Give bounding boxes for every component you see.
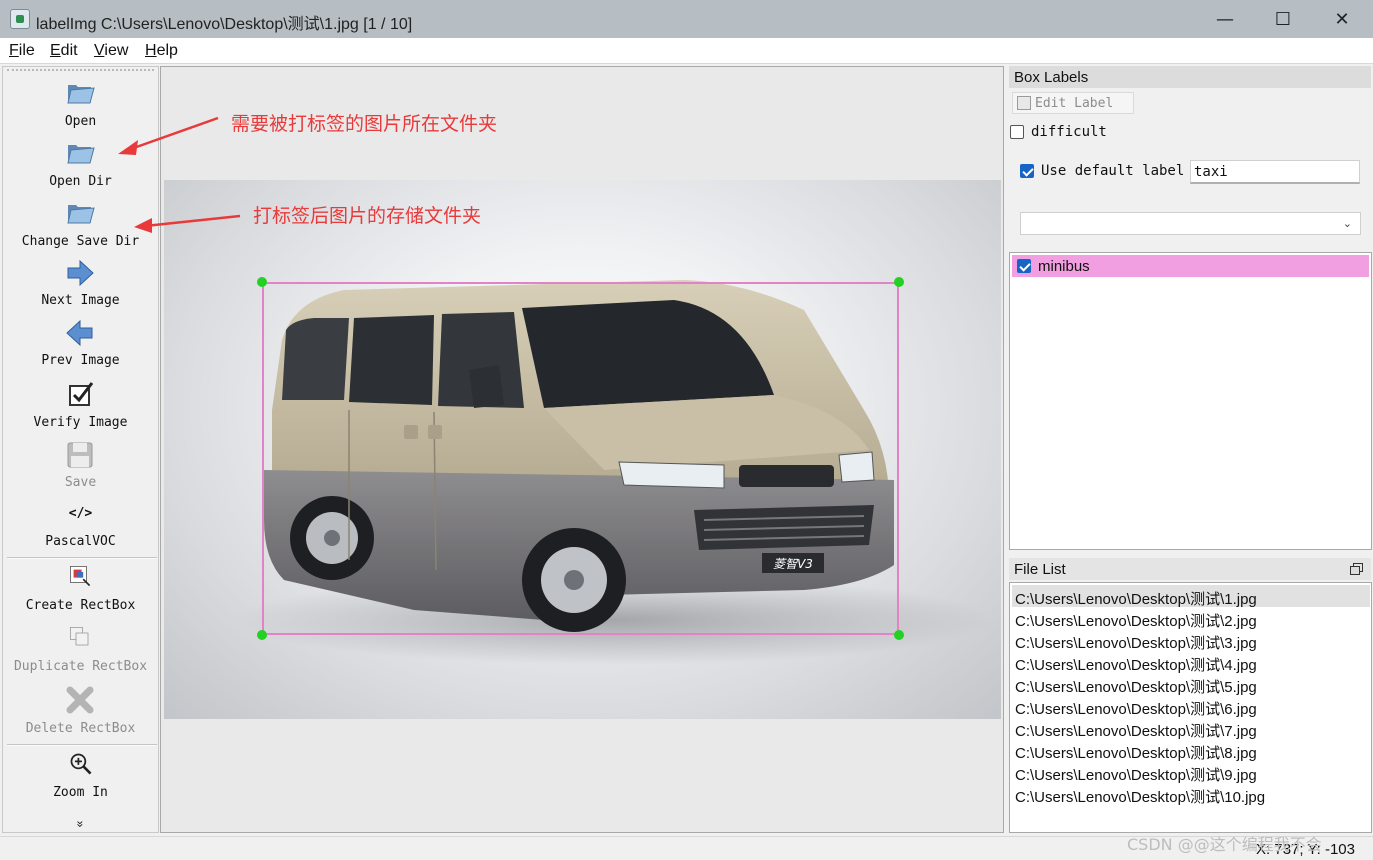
file-list-item[interactable]: C:\Users\Lenovo\Desktop\测试\9.jpg [1012,761,1370,784]
file-list-item[interactable]: C:\Users\Lenovo\Desktop\测试\2.jpg [1012,607,1370,630]
difficult-checkbox[interactable] [1010,125,1024,139]
file-list-item[interactable]: C:\Users\Lenovo\Desktop\测试\4.jpg [1012,651,1370,674]
edit-label-button[interactable]: Edit Label [1012,92,1134,114]
file-list-item[interactable]: C:\Users\Lenovo\Desktop\测试\7.jpg [1012,717,1370,740]
watermark: CSDN @@这个编程我不会 [1127,835,1322,854]
edit-pencil-icon [1017,96,1031,110]
float-dock-icon[interactable] [1350,563,1363,575]
default-label-input[interactable]: taxi [1190,160,1360,184]
label-item-text: minibus [1038,258,1090,275]
save-dir-annotation: 打标签后图片的存储文件夹 [253,205,482,227]
file-list-item[interactable]: C:\Users\Lenovo\Desktop\测试\5.jpg [1012,673,1370,696]
use-default-label-text: Use default label [1041,163,1185,179]
chevron-down-icon: ⌄ [1342,217,1352,230]
label-visibility-checkbox[interactable] [1017,259,1031,273]
file-list[interactable]: C:\Users\Lenovo\Desktop\测试\1.jpg C:\User… [1009,582,1372,833]
file-list-item[interactable]: C:\Users\Lenovo\Desktop\测试\3.jpg [1012,629,1370,652]
use-default-label-checkbox[interactable] [1020,164,1034,178]
difficult-label: difficult [1031,124,1107,140]
file-list-item[interactable]: C:\Users\Lenovo\Desktop\测试\1.jpg [1012,585,1370,608]
label-combo-box[interactable]: ⌄ [1020,212,1361,235]
file-list-item[interactable]: C:\Users\Lenovo\Desktop\测试\6.jpg [1012,695,1370,718]
file-list-title: File List [1009,558,1371,580]
file-list-item[interactable]: C:\Users\Lenovo\Desktop\测试\10.jpg [1012,783,1370,806]
open-dir-annotation: 需要被打标签的图片所在文件夹 [231,113,498,135]
file-list-item[interactable]: C:\Users\Lenovo\Desktop\测试\8.jpg [1012,739,1370,762]
label-list[interactable]: minibus [1009,252,1372,550]
box-labels-title: Box Labels [1009,66,1371,88]
label-list-item[interactable]: minibus [1012,255,1369,277]
edit-label-text: Edit Label [1035,96,1114,111]
